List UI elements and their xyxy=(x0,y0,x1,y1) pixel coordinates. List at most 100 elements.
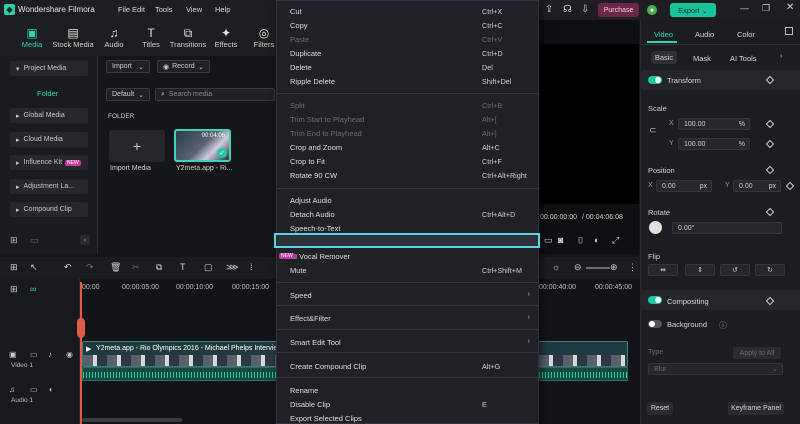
subtab-ai-tools[interactable]: AI Tools xyxy=(730,54,757,63)
tab-audio-props[interactable]: Audio xyxy=(695,30,714,39)
export-button[interactable]: Export ⌄ xyxy=(670,3,716,17)
menu-item-ripple-delete[interactable]: Ripple Delete xyxy=(290,77,335,86)
menu-item-export-selected-clips[interactable]: Export Selected Clips xyxy=(290,414,362,423)
playhead[interactable] xyxy=(80,282,82,424)
tab-audio[interactable]: ♫ Audio xyxy=(94,26,134,49)
minimize-icon[interactable]: — xyxy=(740,3,749,13)
sidebar-item-influence-kit[interactable]: ▸ Influence Kit NEW xyxy=(10,155,88,170)
avatar[interactable]: ● xyxy=(647,5,657,15)
tab-transitions[interactable]: ⧉ Transitions xyxy=(168,26,208,49)
trash-icon[interactable]: 🗑 xyxy=(110,262,121,273)
folder-icon[interactable]: ▭ xyxy=(30,350,38,359)
menu-item-smart-edit-tool[interactable]: Smart Edit Tool xyxy=(290,338,341,347)
tab-media[interactable]: ▣ Media xyxy=(12,26,52,49)
menu-help[interactable]: Help xyxy=(215,5,230,14)
search-input[interactable]: ⌕ Search media xyxy=(155,88,275,101)
menu-item-create-compound-clip[interactable]: Create Compound Clip xyxy=(290,362,366,371)
import-dropdown[interactable]: Import ⌄ xyxy=(106,60,150,73)
speaker-icon[interactable]: ◖ xyxy=(48,385,53,394)
sidebar-item-project-media[interactable]: ▾ Project Media xyxy=(10,61,88,76)
subtab-mask[interactable]: Mask xyxy=(693,54,711,63)
menu-item-detach-audio[interactable]: Detach Audio xyxy=(290,210,335,219)
tab-color[interactable]: Color xyxy=(737,30,755,39)
menu-item-cut[interactable]: Cut xyxy=(290,7,302,16)
sidebar-item-global-media[interactable]: ▸ Global Media xyxy=(10,108,88,123)
link-icon[interactable]: ∞ xyxy=(30,284,36,294)
timeline-scrollbar[interactable] xyxy=(82,418,182,422)
background-toggle[interactable] xyxy=(648,320,662,328)
folder-icon[interactable]: ▭ xyxy=(30,235,39,246)
scale-y-field[interactable]: 100.00% xyxy=(678,138,750,150)
zoom-in-icon[interactable]: ⊕ xyxy=(610,262,618,273)
menu-edit[interactable]: Edit xyxy=(132,5,145,14)
keyframe-panel-button[interactable]: Keyframe Panel xyxy=(728,402,784,415)
blur-dropdown[interactable]: Blur ⌄ xyxy=(648,363,783,375)
record-dropdown[interactable]: ◉ Record ⌄ xyxy=(157,60,210,73)
sidebar-item-cloud-media[interactable]: ▸ Cloud Media xyxy=(10,132,88,147)
tab-titles[interactable]: T Titles xyxy=(131,26,171,49)
tab-video[interactable]: Video xyxy=(654,30,673,39)
restore-icon[interactable]: ❐ xyxy=(762,3,770,14)
rotate-field[interactable]: 0.00° xyxy=(672,222,782,234)
screen-icon[interactable]: ▭ xyxy=(544,235,553,246)
purchase-button[interactable]: Purchase xyxy=(598,3,639,17)
apply-to-all-button[interactable]: Apply to All xyxy=(733,347,781,359)
chevron-right-icon[interactable]: › xyxy=(780,53,782,60)
menu-item-disable-clip[interactable]: Disable Clip xyxy=(290,400,330,409)
render-icon[interactable]: ☼ xyxy=(552,262,560,272)
adjust-icon[interactable]: ⁞ xyxy=(250,262,253,272)
zoom-out-icon[interactable]: ⊖ xyxy=(574,262,582,273)
audio-mute-icon[interactable]: ♪ xyxy=(48,350,52,359)
menu-item-duplicate[interactable]: Duplicate xyxy=(290,49,321,58)
download-icon[interactable]: ⇩ xyxy=(581,4,589,15)
menu-tools[interactable]: Tools xyxy=(155,5,173,14)
camera-icon[interactable]: ⌷ xyxy=(578,235,583,246)
flip-vertical-button[interactable]: ⇕ xyxy=(685,264,715,276)
reset-button[interactable]: Reset xyxy=(647,402,673,415)
menu-item-copy[interactable]: Copy xyxy=(290,21,308,30)
headset-icon[interactable]: ☊ xyxy=(563,4,572,15)
tab-stock-media[interactable]: ▤ Stock Media xyxy=(52,26,94,49)
eye-icon[interactable]: ◉ xyxy=(66,350,73,359)
transform-toggle[interactable] xyxy=(648,76,662,84)
sort-dropdown[interactable]: Default ⌄ xyxy=(106,88,150,101)
upload-icon[interactable]: ⇪ xyxy=(545,4,553,15)
rotate-dial[interactable] xyxy=(649,221,662,234)
volume-icon[interactable]: ◐ xyxy=(594,235,599,245)
menu-item-crop-and-zoom[interactable]: Crop and Zoom xyxy=(290,143,342,152)
rotate-left-button[interactable]: ↺ xyxy=(720,264,750,276)
tab-effects[interactable]: ✦ Effects xyxy=(206,26,246,49)
menu-item-delete[interactable]: Delete xyxy=(290,63,312,72)
subtab-basic[interactable]: Basic xyxy=(651,51,677,64)
compositing-toggle[interactable] xyxy=(648,296,662,304)
folder-icon[interactable]: ▭ xyxy=(30,385,38,394)
more-options-icon[interactable]: ⋮ xyxy=(628,262,637,273)
new-folder-icon[interactable]: ⊞ xyxy=(10,235,18,246)
panel-toggle-icon[interactable] xyxy=(785,27,793,35)
menu-item-effect-filter[interactable]: Effect&Filter xyxy=(290,314,331,323)
playhead-handle[interactable] xyxy=(77,318,85,338)
menu-item-ai-vocal-remover[interactable]: AI Vocal Remover xyxy=(290,252,350,261)
text-tool-icon[interactable]: T xyxy=(180,262,186,272)
position-x-field[interactable]: 0.00 px xyxy=(656,180,712,192)
fullscreen-icon[interactable]: ⤢ xyxy=(612,235,619,246)
rotate-right-button[interactable]: ↻ xyxy=(755,264,785,276)
more-tools-icon[interactable]: ⋙ xyxy=(226,262,239,273)
scissors-icon[interactable]: ✂ xyxy=(132,262,140,273)
import-media-tile[interactable]: + xyxy=(109,130,165,162)
split-audio-icon[interactable]: ⧉ xyxy=(156,262,162,273)
menu-file[interactable]: File xyxy=(118,5,130,14)
lock-ratio-icon[interactable]: ⊂ xyxy=(649,125,657,136)
zoom-slider[interactable] xyxy=(586,267,610,269)
menu-item-mute[interactable]: Mute xyxy=(290,266,307,275)
menu-item-rename[interactable]: Rename xyxy=(290,386,318,395)
crop-icon[interactable]: ▢ xyxy=(204,262,213,273)
undo-icon[interactable]: ↶ xyxy=(64,262,72,273)
collapse-panel-icon[interactable]: ‹ xyxy=(80,235,90,245)
layout-icon[interactable]: ⊞ xyxy=(10,262,18,273)
media-clip-thumbnail[interactable]: 00:04:06 ✓ xyxy=(174,129,231,162)
close-icon[interactable]: ✕ xyxy=(786,2,794,13)
flip-horizontal-button[interactable]: ⇹ xyxy=(648,264,678,276)
menu-view[interactable]: View xyxy=(186,5,202,14)
sidebar-item-compound-clip[interactable]: ▸ Compound Clip xyxy=(10,202,88,217)
